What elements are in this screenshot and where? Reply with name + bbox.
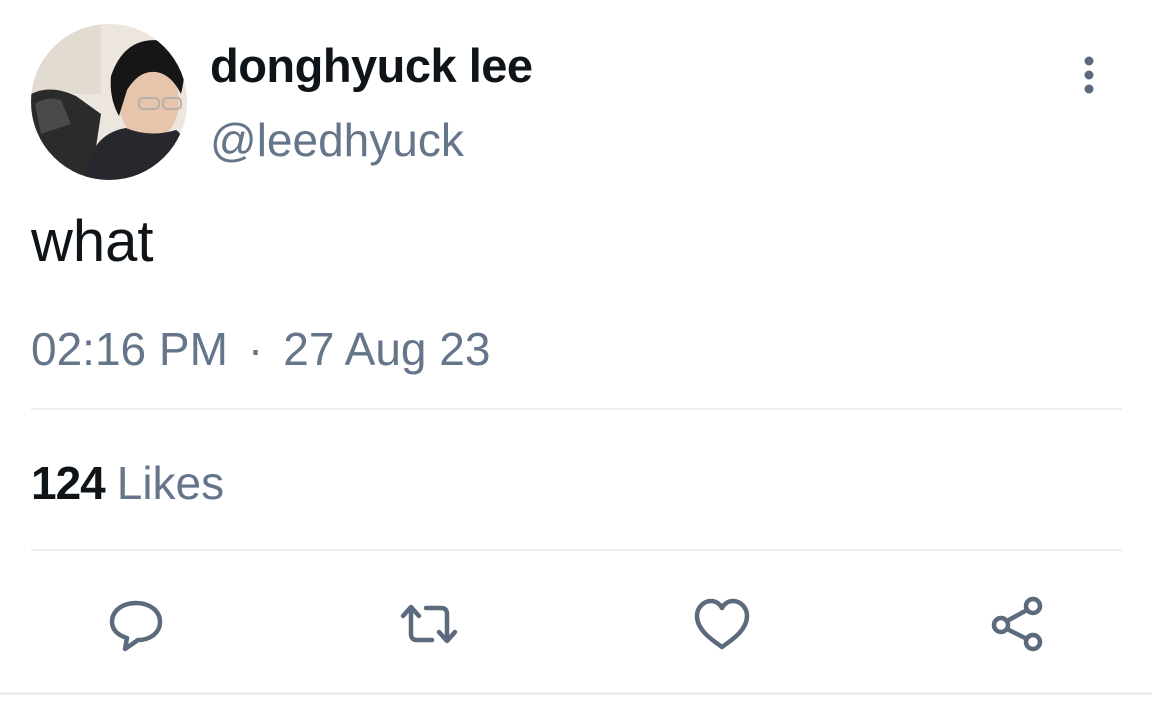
bottom-divider bbox=[0, 692, 1152, 695]
reply-button[interactable] bbox=[106, 594, 166, 654]
likes-label: Likes bbox=[116, 457, 225, 509]
tweet-card: donghyuck lee @leedhyuck what 02:16 PM · 2… bbox=[0, 0, 1152, 714]
tweet-time: 02:16 PM bbox=[31, 323, 228, 375]
avatar[interactable] bbox=[31, 24, 187, 180]
heart-icon bbox=[694, 598, 750, 650]
retweet-button[interactable] bbox=[399, 594, 459, 654]
display-name[interactable]: donghyuck lee bbox=[210, 38, 533, 93]
tweet-date: 27 Aug 23 bbox=[283, 323, 491, 375]
more-vertical-icon bbox=[1084, 56, 1094, 94]
like-button[interactable] bbox=[692, 594, 752, 654]
share-button[interactable] bbox=[988, 594, 1048, 654]
divider bbox=[31, 408, 1122, 410]
divider bbox=[31, 549, 1122, 551]
tweet-timestamp[interactable]: 02:16 PM · 27 Aug 23 bbox=[31, 322, 490, 376]
more-options-button[interactable] bbox=[1068, 52, 1110, 98]
share-icon bbox=[991, 596, 1043, 652]
likes-stat[interactable]: 124 Likes bbox=[31, 456, 224, 510]
retweet-icon bbox=[400, 604, 458, 644]
avatar-image bbox=[31, 24, 187, 180]
likes-count: 124 bbox=[31, 457, 106, 509]
meta-separator: · bbox=[247, 323, 264, 375]
user-handle[interactable]: @leedhyuck bbox=[210, 113, 464, 167]
tweet-text: what bbox=[31, 209, 154, 274]
reply-icon bbox=[109, 600, 163, 652]
